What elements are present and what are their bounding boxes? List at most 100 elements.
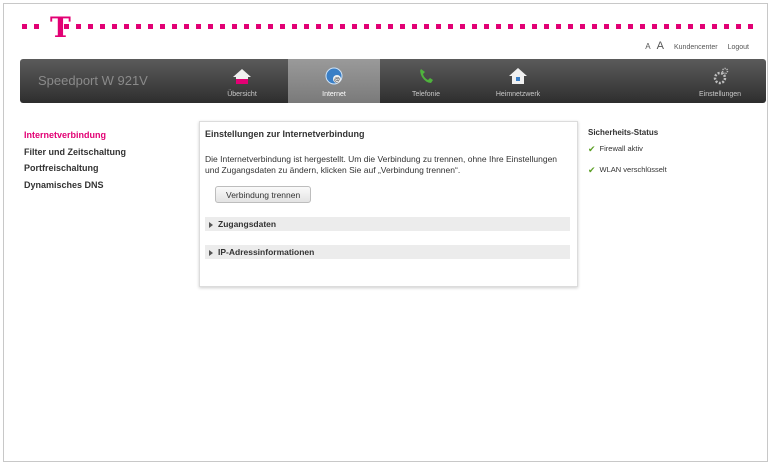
brand-dot: [376, 24, 381, 29]
brand-dot: [292, 24, 297, 29]
telekom-logo: [22, 24, 46, 29]
brand-dot: [652, 24, 657, 29]
panel-title: Einstellungen zur Internetverbindung: [205, 129, 365, 139]
brand-dot: [124, 24, 129, 29]
tab-label: Telefonie: [411, 91, 441, 98]
brand-bar: T: [22, 14, 754, 42]
brand-dot: [532, 24, 537, 29]
brand-dot: [112, 24, 117, 29]
brand-dot: [88, 24, 93, 29]
brand-dot: [208, 24, 213, 29]
brand-dot: [460, 24, 465, 29]
font-size-large-button[interactable]: A: [657, 40, 664, 52]
brand-dot: [700, 24, 705, 29]
sidebar-item-internetverbindung[interactable]: Internetverbindung: [24, 128, 126, 142]
home-icon: [233, 69, 251, 84]
brand-dot: [556, 24, 561, 29]
brand-dot: [448, 24, 453, 29]
tab-telefonie[interactable]: Telefonie: [380, 59, 472, 103]
security-status: Sicherheits-Status ✔ Firewall aktiv ✔ WL…: [588, 128, 667, 185]
brand-dot: [340, 24, 345, 29]
brand-dot: [544, 24, 549, 29]
brand-dot: [256, 24, 261, 29]
brand-dot: [160, 24, 165, 29]
brand-dot: [508, 24, 513, 29]
disconnect-button[interactable]: Verbindung trennen: [215, 186, 312, 203]
brand-dot: [412, 24, 417, 29]
gear-icon: [713, 67, 729, 85]
tab-label: Heimnetzwerk: [495, 91, 541, 98]
brand-dot: [628, 24, 633, 29]
svg-text:@: @: [334, 78, 340, 84]
section-label: Zugangsdaten: [218, 219, 277, 229]
section-label: IP-Adressinformationen: [218, 247, 315, 257]
brand-dot: [688, 24, 693, 29]
brand-dot: [592, 24, 597, 29]
brand-dot: [352, 24, 357, 29]
section-zugangsdaten[interactable]: Zugangsdaten: [205, 217, 570, 231]
brand-dot: [736, 24, 741, 29]
brand-dot: [196, 24, 201, 29]
tab-internet[interactable]: @ Internet: [288, 59, 380, 103]
section-ip-adressinformationen[interactable]: IP-Adressinformationen: [205, 245, 570, 259]
brand-dot: [136, 24, 141, 29]
brand-dot: [676, 24, 681, 29]
brand-dot: [580, 24, 585, 29]
brand-dot: [748, 24, 753, 29]
status-item-firewall: ✔ Firewall aktiv: [588, 143, 667, 155]
kundencenter-link[interactable]: Kundencenter: [674, 44, 718, 51]
brand-dot: [484, 24, 489, 29]
logout-link[interactable]: Logout: [728, 44, 749, 51]
brand-dot: [268, 24, 273, 29]
top-links: A A Kundencenter Logout: [645, 40, 749, 52]
brand-dot: [76, 24, 81, 29]
globe-icon: @: [325, 67, 343, 85]
tab-label: Einstellungen: [698, 91, 742, 98]
connection-status-text: Die Internetverbindung ist hergestellt. …: [205, 154, 558, 175]
brand-dot: [436, 24, 441, 29]
brand-dot: [640, 24, 645, 29]
brand-dot: [364, 24, 369, 29]
brand-dot: [328, 24, 333, 29]
brand-dot: [712, 24, 717, 29]
brand-dot: [472, 24, 477, 29]
brand-dot: [184, 24, 189, 29]
brand-dot: [280, 24, 285, 29]
sidebar: Internetverbindung Filter und Zeitschalt…: [24, 128, 126, 194]
brand-dot: [304, 24, 309, 29]
network-home-icon: [509, 68, 527, 84]
main-navigation: Speedport W 921V Übersicht @ Internet Te…: [20, 59, 766, 103]
status-label: WLAN verschlüsselt: [599, 165, 667, 174]
brand-dot: [616, 24, 621, 29]
brand-dot: [604, 24, 609, 29]
tab-label: Übersicht: [227, 91, 257, 98]
font-size-small-button[interactable]: A: [645, 42, 650, 51]
brand-dot: [400, 24, 405, 29]
sidebar-item-portfreischaltung[interactable]: Portfreischaltung: [24, 161, 126, 175]
brand-dot: [496, 24, 501, 29]
checkmark-icon: ✔: [588, 165, 596, 175]
brand-dot: [424, 24, 429, 29]
brand-dot: [724, 24, 729, 29]
brand-dot: [568, 24, 573, 29]
brand-dot: [64, 24, 69, 29]
brand-dot: [148, 24, 153, 29]
tab-einstellungen[interactable]: Einstellungen: [674, 59, 766, 103]
brand-dot: [520, 24, 525, 29]
status-item-wlan: ✔ WLAN verschlüsselt: [588, 164, 667, 176]
brand-dot: [388, 24, 393, 29]
security-status-title: Sicherheits-Status: [588, 128, 659, 137]
expand-arrow-icon: [209, 249, 213, 256]
connection-panel: Einstellungen zur Internetverbindung Die…: [199, 121, 578, 287]
tab-heimnetzwerk[interactable]: Heimnetzwerk: [472, 59, 564, 103]
brand-dot: [100, 24, 105, 29]
sidebar-item-dynamisches-dns[interactable]: Dynamisches DNS: [24, 178, 126, 192]
brand-dot: [244, 24, 249, 29]
tab-uebersicht[interactable]: Übersicht: [196, 59, 288, 103]
status-label: Firewall aktiv: [599, 144, 643, 153]
sidebar-item-filter-zeitschaltung[interactable]: Filter und Zeitschaltung: [24, 145, 126, 159]
phone-icon: [420, 69, 433, 83]
tab-label: Internet: [322, 91, 346, 98]
brand-dot: [172, 24, 177, 29]
brand-dots: [64, 24, 754, 29]
